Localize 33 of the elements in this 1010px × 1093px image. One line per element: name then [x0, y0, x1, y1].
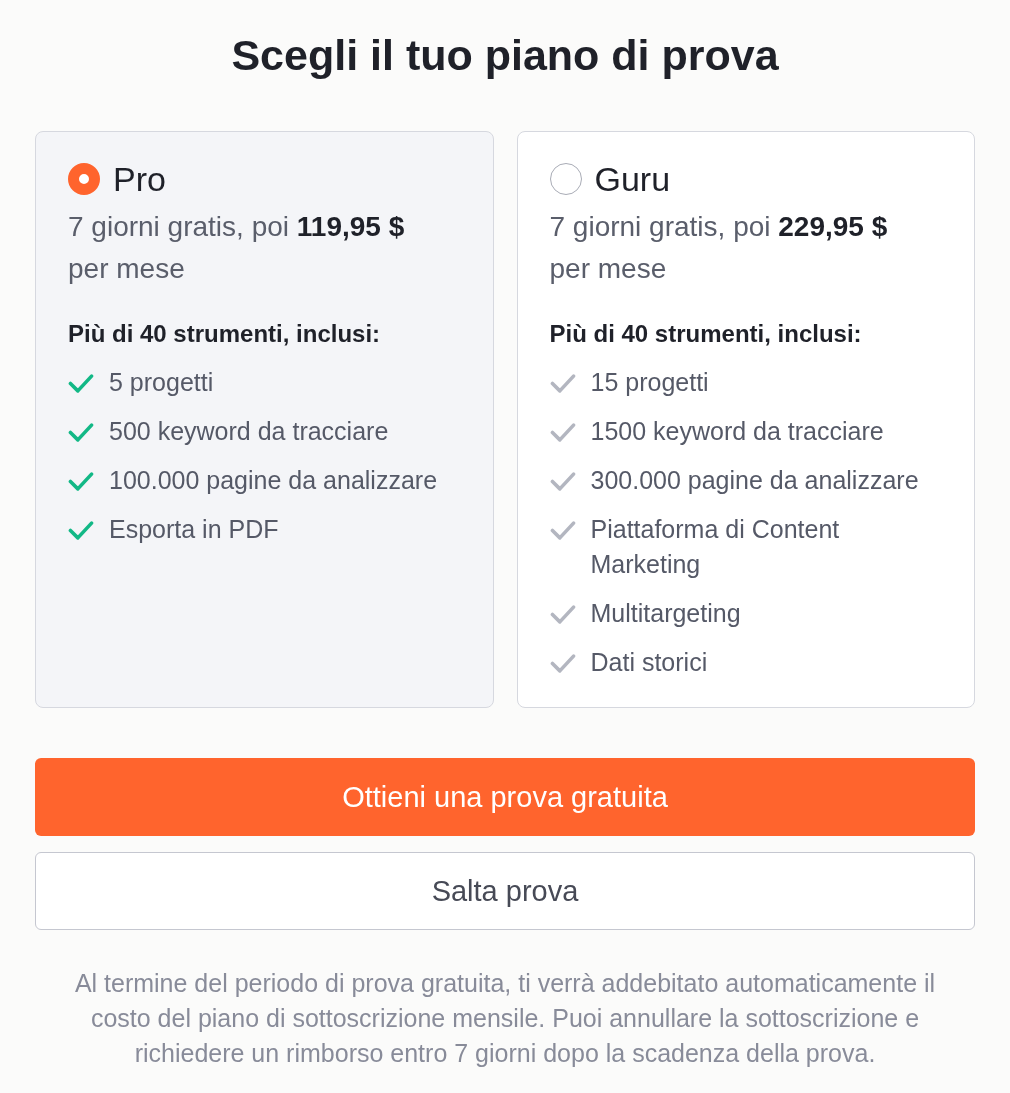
feature-text: 15 progetti	[590, 367, 709, 398]
features-heading: Più di 40 strumenti, inclusi:	[549, 319, 863, 349]
page-title: Scegli il tuo piano di prova	[230, 30, 780, 81]
feature-text: 500 keyword da tracciare	[109, 416, 389, 447]
feature-text: Esporta in PDF	[109, 514, 279, 545]
feature-text: 5 progetti	[109, 367, 214, 398]
price-text: 7 giorni gratis, poi 119,95 $ per mese	[68, 210, 406, 286]
plan-card[interactable]	[516, 131, 975, 708]
check-icon	[549, 374, 576, 393]
plan-name: Guru	[594, 160, 671, 198]
check-icon	[68, 374, 94, 393]
features-heading: Più di 40 strumenti, inclusi:	[68, 319, 382, 349]
feature-text: Dati storici	[590, 647, 708, 678]
disclaimer-text: Al termine del periodo di prova gratuita, ti verrà addebitato automaticamente il costo del piano di sottoscrizione mensile. Puoi annullare la sottoscrizione e richiedere un rimborso entro 7 giorni dopo la scadenza della prova.	[73, 968, 937, 1069]
check-icon	[549, 521, 576, 540]
plan-name: Pro	[113, 160, 166, 198]
feature-text: 1500 keyword da tracciare	[590, 416, 884, 447]
radio-button[interactable]	[549, 163, 582, 195]
skip-trial-button[interactable]: Salta prova	[35, 852, 975, 930]
radio-button[interactable]	[68, 163, 100, 195]
check-icon	[549, 654, 576, 673]
feature-text: 100.000 pagine da analizzare	[109, 465, 438, 496]
check-icon	[549, 423, 576, 442]
check-icon	[68, 423, 94, 442]
check-icon	[68, 472, 94, 491]
price-text: 7 giorni gratis, poi 229,95 $ per mese	[549, 210, 889, 286]
feature-text: 300.000 pagine da analizzare	[590, 465, 919, 496]
check-icon	[549, 605, 576, 624]
plan-card[interactable]: Pro 7 giorni gratis, poi 119,95 $ per mese Più di 40 strumenti, inclusi: 5 progetti 500 keyword da tracciare 100.000 pagine da analizzare Esporta in PDF	[35, 131, 494, 708]
feature-text: Multitargeting	[590, 598, 741, 629]
check-icon	[549, 472, 576, 491]
check-icon	[68, 521, 94, 540]
feature-text: Piattaforma di Content Marketing	[590, 514, 841, 580]
